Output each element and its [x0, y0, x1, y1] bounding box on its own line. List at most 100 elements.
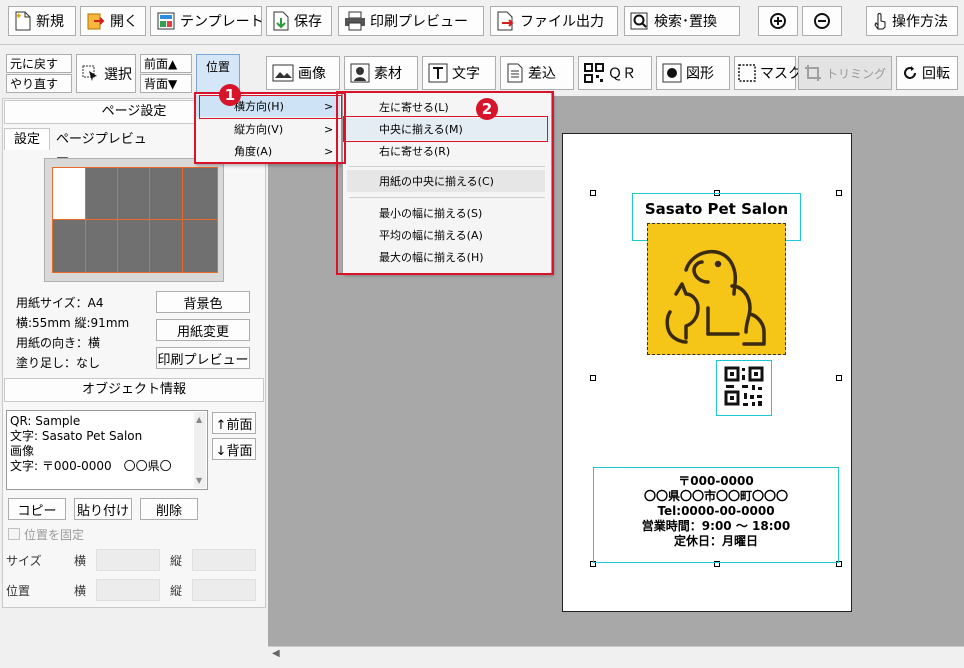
paper-orientation-text: 用紙の向き：横	[16, 336, 101, 350]
tab-settings[interactable]: 設定	[4, 128, 50, 150]
text-button[interactable]: 文字	[422, 56, 496, 90]
qr-code-object[interactable]	[716, 360, 772, 416]
trimming-label: トリミング	[826, 66, 887, 81]
mask-button[interactable]: マスク	[734, 56, 802, 90]
open-folder-icon	[86, 11, 106, 31]
annotation-highlight-center	[343, 116, 548, 142]
search-replace-label: 検索･置換	[654, 14, 717, 30]
bring-front-label: 前面▲	[144, 57, 178, 71]
step-badge-2: 2	[476, 98, 498, 120]
step-badge-1: 1	[219, 84, 241, 106]
crop-icon	[804, 64, 822, 82]
select-button[interactable]: 選択	[76, 54, 136, 93]
preview-cell-active[interactable]	[52, 167, 86, 220]
preview-cell[interactable]	[85, 219, 118, 273]
object-front-button[interactable]: ↑前面	[212, 412, 256, 434]
material-icon	[350, 63, 370, 83]
preview-cell[interactable]	[182, 167, 218, 220]
rotate-icon	[902, 65, 918, 81]
zoom-out-button[interactable]	[802, 6, 842, 36]
horizontal-scrollbar[interactable]: ◀	[268, 646, 964, 662]
search-replace-button[interactable]: 検索･置換	[624, 6, 740, 36]
preview-cell[interactable]	[52, 219, 86, 273]
tab-page-preview[interactable]: ページプレビュー	[52, 130, 152, 167]
open-button[interactable]: 開く	[80, 6, 146, 36]
address-text-object[interactable]: 〒000-0000 〇〇県〇〇市〇〇町〇〇〇 Tel:0000-00-0000 …	[593, 467, 839, 563]
change-paper-button[interactable]: 用紙変更	[156, 319, 250, 341]
zoom-in-button[interactable]	[758, 6, 798, 36]
undo-label: 元に戻す	[10, 57, 59, 71]
image-icon	[272, 64, 294, 82]
scroll-left-icon[interactable]: ◀	[272, 648, 280, 659]
size-width-label: 横	[74, 554, 87, 568]
shape-icon	[662, 63, 682, 83]
undo-button[interactable]: 元に戻す	[6, 54, 72, 73]
file-output-button[interactable]: ファイル出力	[490, 6, 618, 36]
object-list-item[interactable]: 画像	[10, 444, 204, 459]
selection-handle[interactable]	[836, 190, 842, 196]
save-label: 保存	[294, 14, 322, 30]
selection-handle[interactable]	[590, 190, 596, 196]
bring-front-button[interactable]: 前面▲	[140, 54, 192, 73]
object-info-header[interactable]: オブジェクト情報	[4, 378, 264, 402]
pet-image-object[interactable]	[647, 223, 786, 355]
preview-cell[interactable]	[149, 219, 183, 273]
object-list-item[interactable]: QR: Sample	[10, 414, 204, 429]
object-list[interactable]: QR: Sample 文字: Sasato Pet Salon 画像 文字: 〒…	[6, 410, 208, 490]
selection-handle[interactable]	[836, 375, 842, 381]
position-label: 位置	[6, 584, 31, 598]
position-y-field[interactable]	[192, 579, 256, 601]
qr-button[interactable]: ＱＲ	[578, 56, 652, 90]
material-button[interactable]: 素材	[344, 56, 418, 90]
help-button[interactable]: 操作方法	[866, 6, 958, 36]
position-x-field[interactable]	[96, 579, 160, 601]
object-list-item[interactable]: 文字: 〒000-0000 〇〇県〇	[10, 459, 204, 474]
scroll-up-icon[interactable]: ▲	[196, 412, 202, 427]
image-button[interactable]: 画像	[266, 56, 340, 90]
preview-cell[interactable]	[149, 167, 183, 220]
size-width-field[interactable]	[96, 549, 160, 571]
rotate-label: 回転	[922, 66, 950, 82]
object-list-item[interactable]: 文字: Sasato Pet Salon	[10, 429, 204, 444]
trimming-button[interactable]: トリミング	[798, 56, 892, 90]
file-output-label: ファイル出力	[520, 14, 604, 30]
paper-size-text: 用紙サイズ：A4	[16, 296, 104, 310]
address-postal: 〒000-0000	[678, 474, 754, 488]
qr-code-icon	[584, 63, 604, 83]
object-back-button[interactable]: ↓背面	[212, 438, 256, 460]
lock-position-checkbox[interactable]	[8, 528, 20, 540]
preview-cell[interactable]	[117, 167, 150, 220]
redo-button[interactable]: やり直す	[6, 74, 72, 93]
position-label: 位置	[205, 60, 230, 74]
preview-cell[interactable]	[85, 167, 118, 220]
preview-cell[interactable]	[182, 219, 218, 273]
address-tel: Tel:0000-00-0000	[657, 504, 775, 518]
size-height-field[interactable]	[192, 549, 256, 571]
new-document-icon: ✦	[14, 11, 32, 31]
paste-button[interactable]: 貼り付け	[74, 498, 132, 520]
file-export-icon	[496, 11, 516, 31]
save-button[interactable]: 保存	[266, 6, 332, 36]
rotate-button[interactable]: 回転	[896, 56, 958, 90]
print-preview-button[interactable]: 印刷プレビュー	[338, 6, 484, 36]
address-block: 〒000-0000 〇〇県〇〇市〇〇町〇〇〇 Tel:0000-00-0000 …	[594, 474, 838, 549]
send-back-button[interactable]: 背面▼	[140, 74, 192, 93]
scroll-down-icon[interactable]: ▼	[196, 473, 202, 488]
svg-text:✦: ✦	[15, 12, 23, 22]
search-icon	[630, 11, 650, 31]
object-list-scrollbar[interactable]: ▲ ▼	[194, 412, 206, 488]
copy-button[interactable]: コピー	[8, 498, 66, 520]
panel-print-preview-button[interactable]: 印刷プレビュー	[156, 347, 250, 369]
insert-button[interactable]: 差込	[500, 56, 574, 90]
preview-cell[interactable]	[117, 219, 150, 273]
delete-button[interactable]: 削除	[140, 498, 198, 520]
size-height-label: 縦	[170, 554, 183, 568]
background-color-button[interactable]: 背景色	[156, 291, 250, 313]
hand-pointer-icon	[872, 11, 888, 31]
mask-icon	[738, 64, 756, 82]
selection-handle[interactable]	[590, 375, 596, 381]
shape-button[interactable]: 図形	[656, 56, 730, 90]
redo-label: やり直す	[10, 77, 59, 91]
new-button[interactable]: ✦ 新規	[8, 6, 76, 36]
template-button[interactable]: テンプレート	[150, 6, 264, 36]
